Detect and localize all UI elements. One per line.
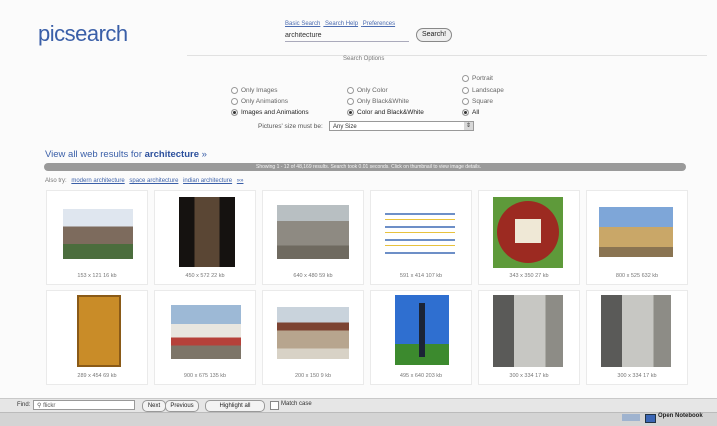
- result-thumbnail[interactable]: [385, 207, 455, 257]
- match-case-checkbox[interactable]: [270, 401, 279, 410]
- result-thumbnail[interactable]: [277, 205, 349, 259]
- also-try-link[interactable]: indian architecture: [183, 178, 232, 184]
- find-label: Find:: [17, 402, 31, 408]
- option-landscape[interactable]: Landscape: [462, 87, 504, 94]
- system-tray-icon[interactable]: [622, 414, 640, 421]
- also-try-link[interactable]: modern architecture: [71, 178, 124, 184]
- also-try: Also try: modern architecture space arch…: [45, 178, 244, 184]
- result-caption: 591 x 414 107 kb: [399, 273, 443, 279]
- result-thumbnail[interactable]: [601, 295, 671, 367]
- result-thumbnail[interactable]: [77, 295, 121, 367]
- find-input[interactable]: ⚲ flickr: [33, 400, 135, 410]
- result-item[interactable]: 495 x 640 203 kb: [370, 290, 472, 385]
- search-options-title: Search Options: [343, 56, 385, 62]
- search-input[interactable]: [285, 30, 409, 42]
- highlight-all-button[interactable]: Highlight all: [205, 400, 265, 412]
- result-thumbnail[interactable]: [599, 207, 673, 257]
- match-case-label: Match case: [281, 401, 312, 407]
- also-try-link[interactable]: space architecture: [129, 178, 178, 184]
- result-thumbnail[interactable]: [63, 209, 133, 259]
- radio-icon[interactable]: [462, 75, 469, 82]
- option-color-and-bw[interactable]: Color and Black&White: [347, 109, 424, 116]
- search-help-link[interactable]: Search Help: [325, 21, 358, 27]
- result-item[interactable]: 200 x 150 9 kb: [262, 290, 364, 385]
- option-only-images[interactable]: Only Images: [231, 87, 278, 94]
- also-try-more-link[interactable]: »»: [237, 178, 244, 184]
- result-item[interactable]: 343 x 350 27 kb: [478, 190, 580, 285]
- search-button[interactable]: Search!: [416, 28, 452, 42]
- radio-icon[interactable]: [347, 87, 354, 94]
- results-info-bar: Showing 1 - 12 of 48,169 results. Search…: [44, 163, 686, 171]
- result-item[interactable]: 450 x 572 22 kb: [154, 190, 256, 285]
- radio-selected-icon[interactable]: [347, 109, 354, 116]
- option-only-animations[interactable]: Only Animations: [231, 98, 288, 105]
- result-caption: 153 x 121 16 kb: [77, 273, 117, 279]
- radio-icon[interactable]: [347, 98, 354, 105]
- open-notebook-button[interactable]: Open Notebook: [658, 413, 703, 419]
- dropdown-arrow-icon[interactable]: ⇕: [464, 122, 473, 130]
- radio-icon[interactable]: [231, 98, 238, 105]
- basic-search-link[interactable]: Basic Search: [285, 21, 320, 27]
- result-item[interactable]: 300 x 334 17 kb: [478, 290, 580, 385]
- result-caption: 495 x 640 203 kb: [399, 373, 443, 379]
- size-select[interactable]: Any Size ⇕: [329, 121, 474, 131]
- result-caption: 300 x 334 17 kb: [509, 373, 549, 379]
- size-label: Pictures' size must be:: [258, 123, 323, 130]
- result-caption: 640 x 480 59 kb: [293, 273, 333, 279]
- result-item[interactable]: 900 x 675 135 kb: [154, 290, 256, 385]
- taskbar: [0, 412, 717, 426]
- result-thumbnail[interactable]: [493, 197, 563, 268]
- result-caption: 200 x 150 9 kb: [294, 373, 332, 379]
- top-links: Basic Search Search Help Preferences: [285, 21, 398, 27]
- result-item[interactable]: 640 x 480 59 kb: [262, 190, 364, 285]
- preferences-link[interactable]: Preferences: [363, 21, 395, 27]
- result-caption: 300 x 334 17 kb: [617, 373, 657, 379]
- option-images-and-animations[interactable]: Images and Animations: [231, 109, 309, 116]
- find-previous-button[interactable]: Previous: [165, 400, 199, 412]
- option-only-color[interactable]: Only Color: [347, 87, 388, 94]
- notebook-icon[interactable]: [645, 414, 656, 423]
- result-item[interactable]: 800 x 525 632 kb: [586, 190, 688, 285]
- result-caption: 800 x 525 632 kb: [615, 273, 659, 279]
- result-caption: 900 x 675 135 kb: [183, 373, 227, 379]
- radio-selected-icon[interactable]: [231, 109, 238, 116]
- result-caption: 289 x 454 69 kb: [77, 373, 117, 379]
- radio-icon[interactable]: [462, 87, 469, 94]
- result-thumbnail[interactable]: [179, 197, 235, 267]
- result-caption: 343 x 350 27 kb: [509, 273, 549, 279]
- radio-icon[interactable]: [462, 98, 469, 105]
- result-item[interactable]: 153 x 121 16 kb: [46, 190, 148, 285]
- result-thumbnail[interactable]: [277, 307, 349, 359]
- result-item[interactable]: 300 x 334 17 kb: [586, 290, 688, 385]
- radio-selected-icon[interactable]: [462, 109, 469, 116]
- radio-icon[interactable]: [231, 87, 238, 94]
- result-thumbnail[interactable]: [493, 295, 563, 367]
- view-all-web-results-link[interactable]: View all web results for architecture »: [45, 149, 207, 160]
- result-item[interactable]: 289 x 454 69 kb: [46, 290, 148, 385]
- option-portrait[interactable]: Portrait: [462, 75, 493, 82]
- result-caption: 450 x 572 22 kb: [185, 273, 225, 279]
- option-all[interactable]: All: [462, 109, 479, 116]
- result-thumbnail[interactable]: [171, 305, 241, 359]
- result-thumbnail[interactable]: [395, 295, 449, 365]
- picsearch-logo[interactable]: picsearch: [38, 21, 128, 47]
- option-only-bw[interactable]: Only Black&White: [347, 98, 409, 105]
- option-square[interactable]: Square: [462, 98, 493, 105]
- result-item[interactable]: 591 x 414 107 kb: [370, 190, 472, 285]
- find-next-button[interactable]: Next: [142, 400, 166, 412]
